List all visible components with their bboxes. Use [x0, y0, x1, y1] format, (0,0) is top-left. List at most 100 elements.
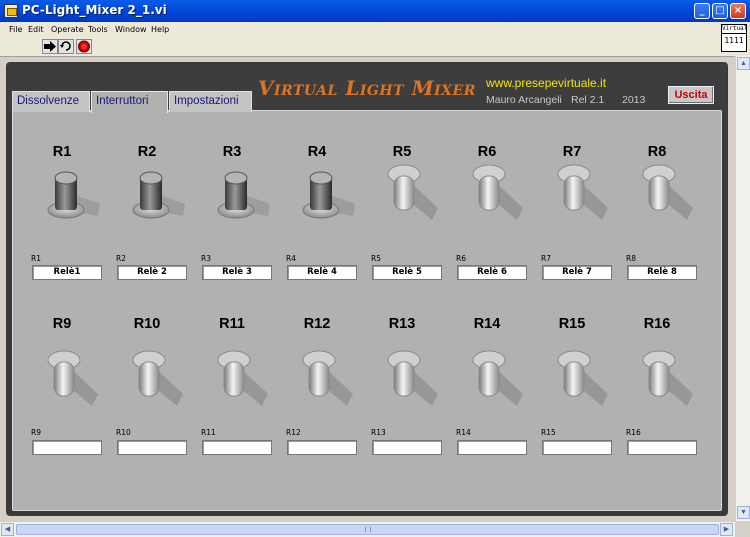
relay-name-field-r4[interactable]: Relè 4 [287, 265, 357, 280]
toggle-switch-r1[interactable] [42, 160, 106, 230]
toggle-switch-r11[interactable] [212, 346, 276, 416]
title-bar: PC-Light_Mixer 2_1.vi _ □ × [0, 0, 750, 22]
switch-label-r5: R5 [392, 144, 412, 160]
switch-label-r4: R4 [307, 144, 327, 160]
release-version: Rel 2.1 [571, 94, 605, 106]
labview-window: PC-Light_Mixer 2_1.vi _ □ × File Edit Op… [0, 0, 750, 537]
relay-caption-r9: R9 [31, 428, 41, 437]
toolbar-separator [0, 56, 735, 57]
menu-bar: File Edit Operate Tools Window Help [0, 22, 750, 38]
relay-caption-r15: R15 [541, 428, 556, 437]
relay-name-field-r15[interactable] [542, 440, 612, 455]
toggle-switch-r3[interactable] [212, 160, 276, 230]
relay-caption-r14: R14 [456, 428, 471, 437]
minimize-button[interactable]: _ [694, 3, 710, 19]
relay-name-field-r5[interactable]: Relè 5 [372, 265, 442, 280]
switch-label-r3: R3 [222, 144, 242, 160]
relay-name-field-r13[interactable] [372, 440, 442, 455]
switch-label-r14: R14 [473, 316, 501, 332]
author-name: Mauro Arcangeli [486, 94, 562, 106]
switch-label-r10: R10 [133, 316, 161, 332]
switch-label-r12: R12 [303, 316, 331, 332]
relay-name-field-r9[interactable] [32, 440, 102, 455]
switch-label-r8: R8 [647, 144, 667, 160]
run-continuous-icon[interactable] [58, 39, 74, 54]
menu-operate[interactable]: Operate [51, 25, 84, 34]
relay-name-field-r16[interactable] [627, 440, 697, 455]
vi-icon: Virtual 1111 [721, 24, 747, 52]
relay-name-field-r1[interactable]: Relè1 [32, 265, 102, 280]
toggle-switch-r12[interactable] [297, 346, 361, 416]
scroll-right-icon[interactable]: ▶ [720, 523, 733, 536]
switch-label-r9: R9 [52, 316, 72, 332]
menu-tools[interactable]: Tools [88, 25, 108, 34]
switch-label-r7: R7 [562, 144, 582, 160]
menu-help[interactable]: Help [151, 25, 169, 34]
toggle-switch-r13[interactable] [382, 346, 446, 416]
website-url: www.presepevirtuale.it [486, 76, 607, 90]
scroll-left-icon[interactable]: ◀ [1, 523, 14, 536]
toggle-switch-r10[interactable] [127, 346, 191, 416]
tab-interruttori[interactable]: Interruttori [91, 91, 168, 113]
relay-caption-r13: R13 [371, 428, 386, 437]
relay-caption-r6: R6 [456, 254, 466, 263]
menu-file[interactable]: File [9, 25, 22, 34]
relay-name-field-r10[interactable] [117, 440, 187, 455]
relay-name-field-r3[interactable]: Relè 3 [202, 265, 272, 280]
switch-label-r1: R1 [52, 144, 72, 160]
scroll-down-icon[interactable]: ▼ [737, 506, 750, 519]
relay-caption-r4: R4 [286, 254, 296, 263]
toggle-switch-r2[interactable] [127, 160, 191, 230]
relay-caption-r5: R5 [371, 254, 381, 263]
relay-caption-r3: R3 [201, 254, 211, 263]
relay-name-field-r12[interactable] [287, 440, 357, 455]
toggle-switch-r15[interactable] [552, 346, 616, 416]
maximize-button[interactable]: □ [712, 3, 728, 19]
relay-caption-r16: R16 [626, 428, 641, 437]
horizontal-scrollbar[interactable]: ◀ ▶ [0, 521, 735, 537]
close-button[interactable]: × [730, 3, 746, 19]
menu-edit[interactable]: Edit [28, 25, 44, 34]
switch-label-r13: R13 [388, 316, 416, 332]
relay-caption-r11: R11 [201, 428, 216, 437]
labview-app-icon [4, 4, 18, 18]
run-arrow-icon[interactable] [42, 39, 58, 54]
relay-caption-r2: R2 [116, 254, 126, 263]
relay-caption-r1: R1 [31, 254, 41, 263]
relay-name-field-r11[interactable] [202, 440, 272, 455]
vertical-scrollbar[interactable]: ▲ ▼ [735, 56, 750, 521]
release-year: 2013 [622, 94, 646, 106]
relay-name-field-r14[interactable] [457, 440, 527, 455]
switch-label-r16: R16 [643, 316, 671, 332]
toggle-switch-r7[interactable] [552, 160, 616, 230]
scroll-up-icon[interactable]: ▲ [737, 57, 750, 70]
relay-name-field-r7[interactable]: Relè 7 [542, 265, 612, 280]
toggle-switch-r9[interactable] [42, 346, 106, 416]
relay-caption-r8: R8 [626, 254, 636, 263]
abort-icon[interactable] [76, 39, 92, 54]
window-title: PC-Light_Mixer 2_1.vi [22, 3, 167, 17]
relay-name-field-r6[interactable]: Relè 6 [457, 265, 527, 280]
exit-button[interactable]: Uscita [668, 86, 714, 104]
relay-name-field-r2[interactable]: Relè 2 [117, 265, 187, 280]
relay-name-field-r8[interactable]: Relè 8 [627, 265, 697, 280]
switch-label-r6: R6 [477, 144, 497, 160]
switch-label-r2: R2 [137, 144, 157, 160]
toggle-switch-r6[interactable] [467, 160, 531, 230]
toggle-switch-r5[interactable] [382, 160, 446, 230]
tab-impostazioni[interactable]: Impostazioni [169, 91, 252, 112]
switch-label-r11: R11 [219, 316, 245, 332]
toolbar [0, 38, 750, 56]
relay-caption-r10: R10 [116, 428, 131, 437]
relay-caption-r7: R7 [541, 254, 551, 263]
menu-window[interactable]: Window [115, 25, 147, 34]
toggle-switch-r16[interactable] [637, 346, 701, 416]
tab-dissolvenze[interactable]: Dissolvenze [12, 91, 90, 112]
toggle-switch-r4[interactable] [297, 160, 361, 230]
switch-label-r15: R15 [558, 316, 586, 332]
relay-caption-r12: R12 [286, 428, 301, 437]
scroll-grip-icon [365, 527, 371, 532]
toggle-switch-r14[interactable] [467, 346, 531, 416]
toggle-switch-r8[interactable] [637, 160, 701, 230]
app-title: Virtual Light Mixer [258, 76, 476, 100]
